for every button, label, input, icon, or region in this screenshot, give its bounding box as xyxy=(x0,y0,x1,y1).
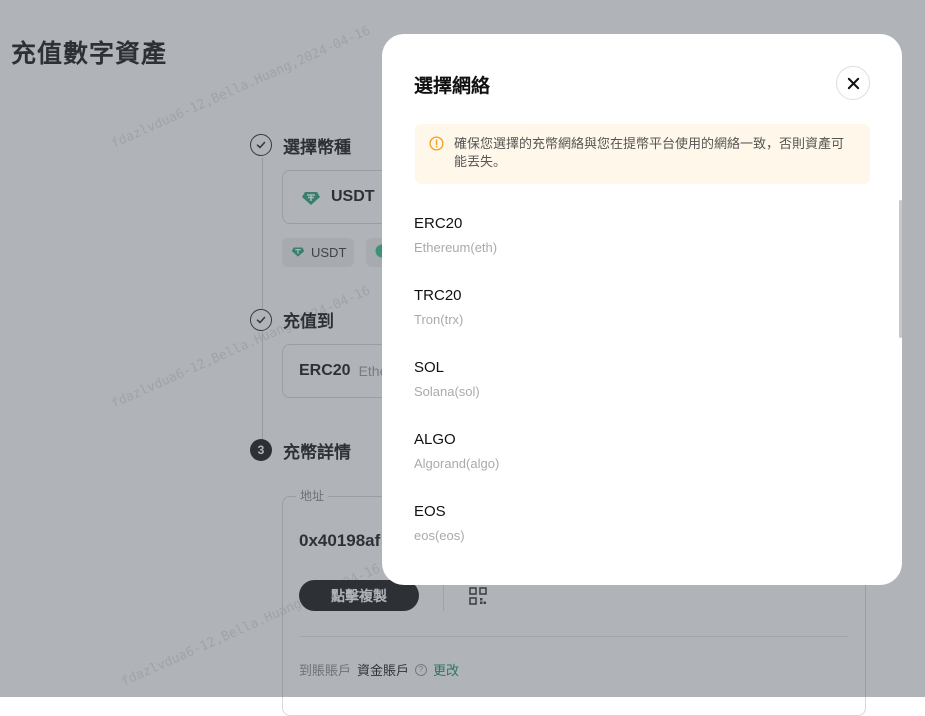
network-chain: Solana(sol) xyxy=(414,384,480,399)
network-option-trc20[interactable]: TRC20 Tron(trx) xyxy=(414,286,874,358)
network-name: ALGO xyxy=(414,431,456,448)
network-option-eos[interactable]: EOS eos(eos) xyxy=(414,502,874,574)
network-chain: eos(eos) xyxy=(414,528,465,543)
warning-text: 確保您選擇的充幣網絡與您在提幣平台使用的網絡一致，否則資產可能丟失。 xyxy=(454,136,845,169)
network-chain: Ethereum(eth) xyxy=(414,240,498,255)
network-name: ERC20 xyxy=(414,215,463,232)
modal-title: 選擇網絡 xyxy=(414,76,491,97)
network-name: SOL xyxy=(414,359,445,376)
network-chain: Algorand(algo) xyxy=(414,456,500,471)
network-list: ERC20 Ethereum(eth) TRC20 Tron(trx) SOL … xyxy=(414,214,874,574)
warning-icon xyxy=(429,136,444,151)
network-chain: Tron(trx) xyxy=(414,312,464,327)
network-name: EOS xyxy=(414,503,446,520)
close-button[interactable] xyxy=(836,66,870,100)
close-icon xyxy=(847,77,859,89)
network-warning: 確保您選擇的充幣網絡與您在提幣平台使用的網絡一致，否則資產可能丟失。 xyxy=(415,124,870,184)
select-network-modal: 選擇網絡 確保您選擇的充幣網絡與您在提幣平台使用的網絡一致，否則資產可能丟失。 … xyxy=(382,34,902,585)
network-name: TRC20 xyxy=(414,287,462,304)
network-option-erc20[interactable]: ERC20 Ethereum(eth) xyxy=(414,214,874,286)
network-option-algo[interactable]: ALGO Algorand(algo) xyxy=(414,430,874,502)
network-option-sol[interactable]: SOL Solana(sol) xyxy=(414,358,874,430)
modal-scrollbar[interactable] xyxy=(899,200,902,338)
